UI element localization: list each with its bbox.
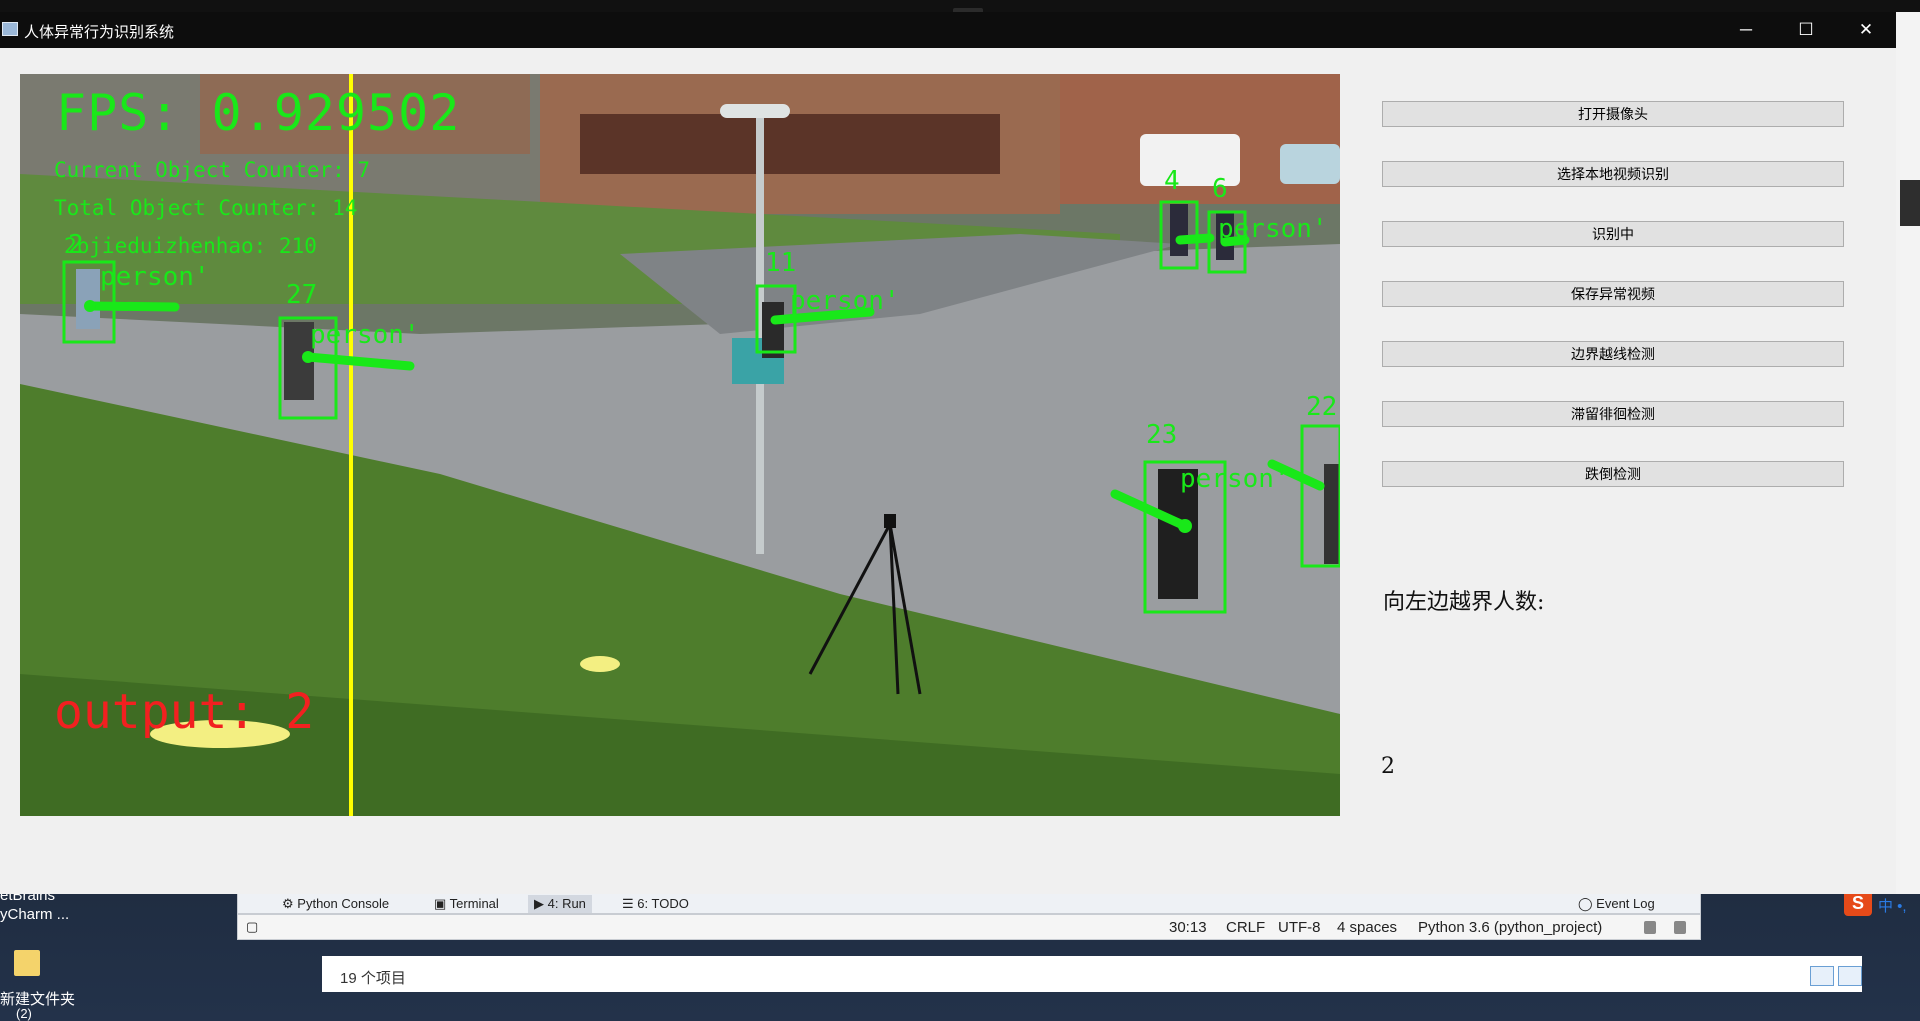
line-separator[interactable]: CRLF (1226, 919, 1265, 936)
app-window: 人体异常行为识别系统 ─ ☐ ✕ FPS: 0.929502 Current O… (0, 12, 1896, 894)
select-local-video-button[interactable]: 选择本地视频识别 (1382, 161, 1844, 187)
new-folder-label[interactable]: 新建文件夹 (0, 988, 75, 1009)
app-icon (2, 22, 18, 36)
track-id-label: 11 (765, 248, 797, 278)
inspector-icon[interactable] (1674, 921, 1686, 934)
tab-run[interactable]: ▶ 4: Run (528, 895, 592, 913)
details-view-icon[interactable] (1810, 966, 1834, 986)
pycharm-shortcut-label[interactable]: yCharm ... (0, 906, 69, 923)
tool-window-toggle-icon[interactable]: ▢ (246, 919, 258, 935)
background-window-scroll (1900, 180, 1920, 226)
tab-terminal-label: Terminal (449, 896, 499, 911)
track-id-label: 6 (1212, 174, 1228, 204)
new-folder-sub-label: (2) (16, 1006, 32, 1021)
recognizing-button[interactable]: 识别中 (1382, 221, 1844, 247)
track-id-label: 4 (1164, 166, 1180, 196)
class-label: person' (790, 286, 900, 316)
tab-todo[interactable]: ☰ 6: TODO (622, 895, 689, 913)
track-id-label: 27 (286, 280, 318, 310)
open-camera-button[interactable]: 打开摄像头 (1382, 101, 1844, 127)
output-overlay: output: 2 (54, 684, 315, 740)
track-id-label: 2 (68, 230, 84, 260)
track-id-label: 23 (1146, 420, 1178, 450)
ide-tool-window-bar: ⚙ Python Console ▣ Terminal ▶ 4: Run ☰ 6… (237, 892, 1701, 914)
caret-position[interactable]: 30:13 (1169, 919, 1207, 936)
save-abnormal-video-button[interactable]: 保存异常视频 (1382, 281, 1844, 307)
title-bar: 人体异常行为识别系统 ─ ☐ ✕ (0, 12, 1896, 48)
tab-todo-label: 6: TODO (637, 896, 689, 911)
tab-terminal[interactable]: ▣ Terminal (434, 895, 499, 913)
event-log-label: Event Log (1596, 896, 1655, 911)
indent-setting[interactable]: 4 spaces (1337, 919, 1397, 936)
background-window-edge (1896, 12, 1920, 894)
class-label: person' (100, 262, 210, 292)
window-title: 人体异常行为识别系统 (24, 24, 175, 41)
large-icons-view-icon[interactable] (1838, 966, 1862, 986)
maximize-button[interactable]: ☐ (1776, 12, 1836, 48)
boundary-crossing-detect-button[interactable]: 边界越线检测 (1382, 341, 1844, 367)
python-interpreter[interactable]: Python 3.6 (python_project) (1418, 919, 1602, 936)
lock-icon[interactable] (1644, 921, 1656, 934)
file-encoding[interactable]: UTF-8 (1278, 919, 1321, 936)
total-counter-overlay: Total Object Counter: 14 (54, 196, 358, 220)
tab-run-label: 4: Run (547, 896, 586, 911)
explorer-status-strip (322, 956, 1862, 992)
left-cross-count-label: 向左边越界人数: (1383, 590, 1545, 615)
folder-icon[interactable] (14, 950, 40, 976)
minimize-button[interactable]: ─ (1716, 12, 1776, 48)
fall-detect-button[interactable]: 跌倒检测 (1382, 461, 1844, 487)
tab-python-console-label: Python Console (297, 896, 390, 911)
ide-status-bar: ▢ 30:13 CRLF UTF-8 4 spaces Python 3.6 (… (237, 914, 1701, 940)
fps-overlay: FPS: 0.929502 (56, 84, 461, 142)
video-feed: FPS: 0.929502 Current Object Counter: 7 … (20, 74, 1340, 816)
tab-python-console[interactable]: ⚙ Python Console (282, 895, 389, 913)
left-cross-count-value: 2 (1381, 754, 1395, 779)
class-label: person' (1180, 464, 1290, 494)
bj-counter-overlay: 2bjieduizhenhao: 210 (64, 234, 317, 258)
loitering-detect-button[interactable]: 滞留徘徊检测 (1382, 401, 1844, 427)
explorer-item-count: 19 个项目 (340, 970, 406, 987)
track-id-label: 22 (1306, 392, 1338, 422)
ime-mode-indicator[interactable]: 中 •, (1878, 895, 1907, 916)
event-log-button[interactable]: ◯ Event Log (1578, 895, 1655, 913)
close-button[interactable]: ✕ (1836, 12, 1896, 48)
class-label: person' (1218, 214, 1328, 244)
class-label: person' (310, 320, 420, 350)
current-counter-overlay: Current Object Counter: 7 (54, 158, 371, 182)
